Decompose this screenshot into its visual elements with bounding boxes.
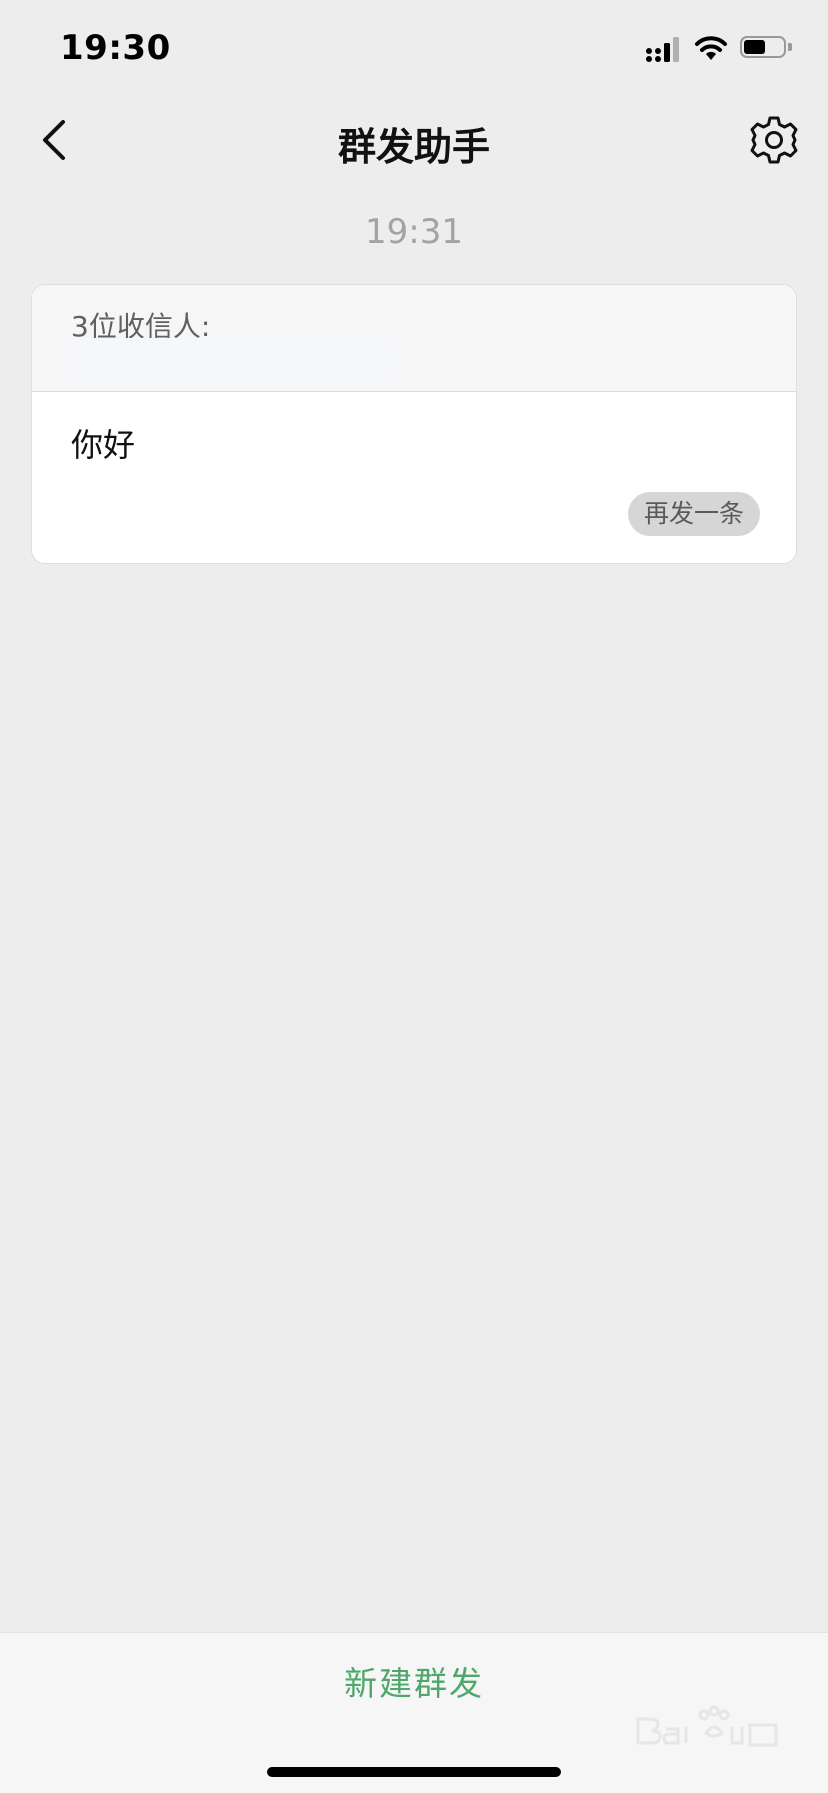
status-bar: 19:30 [0,0,828,100]
settings-button[interactable] [746,112,802,168]
gear-icon [750,116,798,164]
home-indicator [267,1767,561,1777]
nav-bar: 群发助手 [0,100,828,180]
watermark-logo-icon [636,1705,778,1747]
battery-icon [740,36,794,62]
status-icons [646,34,794,64]
status-time: 19:30 [60,28,171,68]
bottom-bar: 新建群发 [0,1632,828,1793]
resend-button[interactable]: 再发一条 [627,492,760,536]
broadcast-message-card[interactable]: 3位收信人: 你好 再发一条 [31,284,797,564]
new-broadcast-button[interactable]: 新建群发 [0,1657,828,1705]
recipients-header: 3位收信人: [32,285,796,392]
message-text: 你好 [71,426,136,464]
signal-icon [646,37,679,62]
wifi-icon [695,36,727,60]
recipient-names-redacted [70,338,398,382]
message-timestamp: 19:31 [365,212,463,252]
page-title: 群发助手 [337,125,490,169]
